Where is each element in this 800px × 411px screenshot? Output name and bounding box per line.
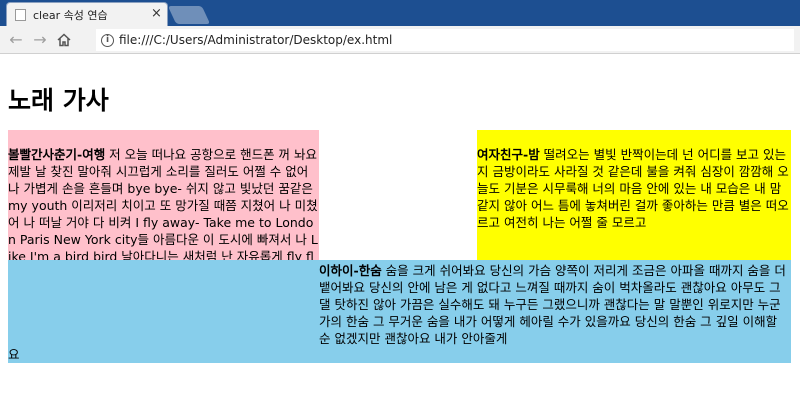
address-bar[interactable]: i file:///C:/Users/Administrator/Desktop… [96,29,794,51]
home-icon [57,33,71,47]
song-lyrics-tail: 요 [8,347,20,362]
song-box-sigh: 이하이-한숨 숨을 크게 쉬어봐요 당신의 가슴 양쪽이 저리게 조금은 아파올… [8,260,791,363]
new-tab-button[interactable] [167,6,211,24]
info-icon[interactable]: i [101,34,114,47]
url-text[interactable]: file:///C:/Users/Administrator/Desktop/e… [119,33,392,47]
page-favicon-icon [15,9,26,21]
tab-title: clear 속성 연습 [33,9,108,22]
song-heading: 여자친구-밤 [477,147,540,162]
song-heading: 볼빨간사춘기-여행 [8,147,106,162]
song-box-night: 여자친구-밤 떨려오는 별빛 반짝이는데 넌 어디를 보고 있는지 금방이라도 … [477,130,791,260]
song-lyrics: 숨을 크게 쉬어봐요 당신의 가슴 양쪽이 저리게 조금은 아파올 때까지 숨을… [319,263,786,346]
forward-button[interactable]: → [30,30,50,50]
tab-strip: clear 속성 연습 × [0,0,800,26]
browser-toolbar: ← → i file:///C:/Users/Administrator/Des… [0,26,800,54]
back-button[interactable]: ← [6,30,26,50]
song-heading: 이하이-한숨 [319,263,382,278]
page-title: 노래 가사 [8,86,109,115]
page-content: 노래 가사 볼빨간사춘기-여행 저 오늘 떠나요 공항으로 핸드폰 꺼 놔요 제… [0,55,800,411]
tab-active[interactable]: clear 속성 연습 × [6,2,168,26]
home-button[interactable] [54,30,74,50]
tab-close-icon[interactable]: × [151,5,162,23]
